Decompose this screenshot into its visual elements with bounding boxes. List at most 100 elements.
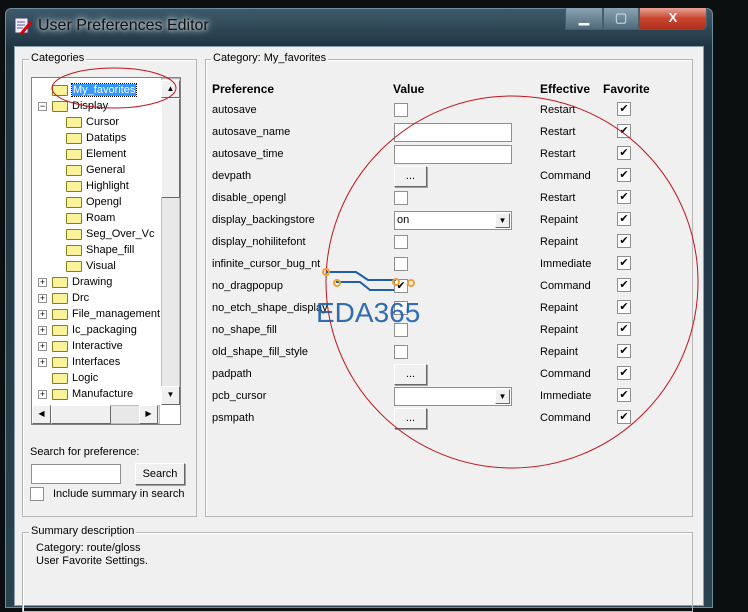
favorite-checkbox[interactable]: ✔	[617, 366, 631, 380]
tree-item[interactable]: Shape_fill	[66, 242, 134, 258]
tree-item-label: Seg_Over_Vc	[86, 228, 155, 240]
include-summary-checkbox[interactable]	[30, 487, 44, 501]
expand-icon[interactable]: +	[38, 342, 47, 351]
value-input[interactable]	[394, 123, 512, 142]
preference-name: padpath	[212, 368, 252, 380]
value-select[interactable]: on ▼	[394, 211, 512, 230]
tree-item[interactable]: Cursor	[66, 114, 119, 130]
favorite-checkbox[interactable]: ✔	[617, 410, 631, 424]
browse-button[interactable]: ...	[394, 408, 427, 429]
tree-item[interactable]: My_favorites	[52, 82, 138, 98]
folder-icon	[66, 148, 82, 160]
scroll-left-button[interactable]: ◀	[32, 405, 51, 424]
expand-icon[interactable]: +	[38, 278, 47, 287]
favorite-checkbox[interactable]: ✔	[617, 300, 631, 314]
folder-icon	[52, 340, 68, 352]
folder-icon	[66, 228, 82, 240]
favorite-checkbox[interactable]: ✔	[617, 278, 631, 292]
folder-icon	[52, 100, 68, 112]
effective-value: Immediate	[540, 390, 592, 402]
column-preference: Preference	[212, 82, 275, 96]
summary-line: User Favorite Settings.	[36, 555, 148, 567]
preference-name: disable_opengl	[212, 192, 287, 204]
tree-item[interactable]: Roam	[66, 210, 115, 226]
minimize-button[interactable]: ▁	[565, 8, 603, 30]
tree-item-label: Drawing	[72, 276, 113, 288]
tree-item[interactable]: Datatips	[66, 130, 126, 146]
dropdown-arrow-icon[interactable]: ▼	[495, 389, 510, 404]
tree-item[interactable]: Element	[66, 146, 126, 162]
tree-item[interactable]: Interactive	[52, 338, 123, 354]
expand-icon[interactable]: +	[38, 294, 47, 303]
tree-item-label: My_favorites	[70, 83, 138, 97]
tree-item[interactable]: Opengl	[66, 194, 121, 210]
scroll-up-button[interactable]: ▲	[161, 80, 180, 98]
value-checkbox[interactable]: ✔	[394, 279, 408, 293]
tree-item[interactable]: Manufacture	[52, 386, 133, 402]
tree-item[interactable]: Seg_Over_Vc	[66, 226, 154, 242]
category-tree[interactable]: My_favorites Display − Cursor Datatips Elemen…	[31, 77, 181, 425]
expand-icon[interactable]: +	[38, 390, 47, 399]
tree-item[interactable]: Drawing	[52, 274, 112, 290]
maximize-button[interactable]: ▢	[603, 8, 639, 30]
effective-value: Command	[540, 412, 591, 424]
scroll-right-button[interactable]: ▶	[139, 405, 158, 424]
tree-item[interactable]: General	[66, 162, 125, 178]
value-checkbox[interactable]	[394, 257, 408, 271]
dropdown-arrow-icon[interactable]: ▼	[495, 213, 510, 228]
expand-icon[interactable]: +	[38, 310, 47, 319]
folder-icon	[66, 180, 82, 192]
value-checkbox[interactable]	[394, 323, 408, 337]
tree-item[interactable]: File_management	[52, 306, 160, 322]
value-checkbox[interactable]	[394, 345, 408, 359]
tree-item[interactable]: Ic_packaging	[52, 322, 137, 338]
favorite-checkbox[interactable]: ✔	[617, 102, 631, 116]
favorite-checkbox[interactable]: ✔	[617, 190, 631, 204]
favorite-checkbox[interactable]: ✔	[617, 234, 631, 248]
tree-item-label: Cursor	[86, 116, 120, 128]
tree-item[interactable]: Display	[52, 98, 108, 114]
app-icon	[14, 17, 33, 35]
favorite-checkbox[interactable]: ✔	[617, 146, 631, 160]
value-select[interactable]: ▼	[394, 387, 512, 406]
effective-value: Command	[540, 280, 591, 292]
collapse-icon[interactable]: −	[38, 102, 47, 111]
expand-icon[interactable]: +	[38, 358, 47, 367]
folder-icon	[52, 308, 68, 320]
value-input[interactable]	[394, 145, 512, 164]
close-button[interactable]: X	[639, 8, 707, 30]
favorite-checkbox[interactable]: ✔	[617, 344, 631, 358]
value-checkbox[interactable]	[394, 191, 408, 205]
categories-label: Categories	[29, 52, 87, 64]
favorite-checkbox[interactable]: ✔	[617, 124, 631, 138]
value-checkbox[interactable]	[394, 103, 408, 117]
hscroll-thumb[interactable]	[51, 405, 111, 424]
tree-item-label: File_management	[72, 308, 161, 320]
tree-item[interactable]: Drc	[52, 290, 89, 306]
favorite-checkbox[interactable]: ✔	[617, 388, 631, 402]
tree-item-label: Logic	[72, 372, 99, 384]
tree-item[interactable]: Logic	[52, 370, 98, 386]
preference-name: old_shape_fill_style	[212, 346, 309, 358]
search-button[interactable]: Search	[135, 463, 185, 485]
favorite-checkbox[interactable]: ✔	[617, 256, 631, 270]
favorite-checkbox[interactable]: ✔	[617, 212, 631, 226]
tree-item-label: Highlight	[86, 180, 129, 192]
scroll-thumb[interactable]	[161, 98, 180, 198]
tree-item[interactable]: Highlight	[66, 178, 129, 194]
summary-line: Category: route/gloss	[36, 542, 141, 554]
effective-value: Restart	[540, 104, 576, 116]
expand-icon[interactable]: +	[38, 326, 47, 335]
browse-button[interactable]: ...	[394, 166, 427, 187]
scroll-down-button[interactable]: ▼	[161, 386, 180, 405]
value-checkbox[interactable]	[394, 301, 408, 315]
favorite-checkbox[interactable]: ✔	[617, 168, 631, 182]
tree-item[interactable]: Interfaces	[52, 354, 120, 370]
favorite-checkbox[interactable]: ✔	[617, 322, 631, 336]
tree-item[interactable]: Visual	[66, 258, 116, 274]
preference-name: pcb_cursor	[212, 390, 267, 402]
preference-name: devpath	[212, 170, 252, 182]
search-input[interactable]	[31, 464, 121, 484]
browse-button[interactable]: ...	[394, 364, 427, 385]
value-checkbox[interactable]	[394, 235, 408, 249]
